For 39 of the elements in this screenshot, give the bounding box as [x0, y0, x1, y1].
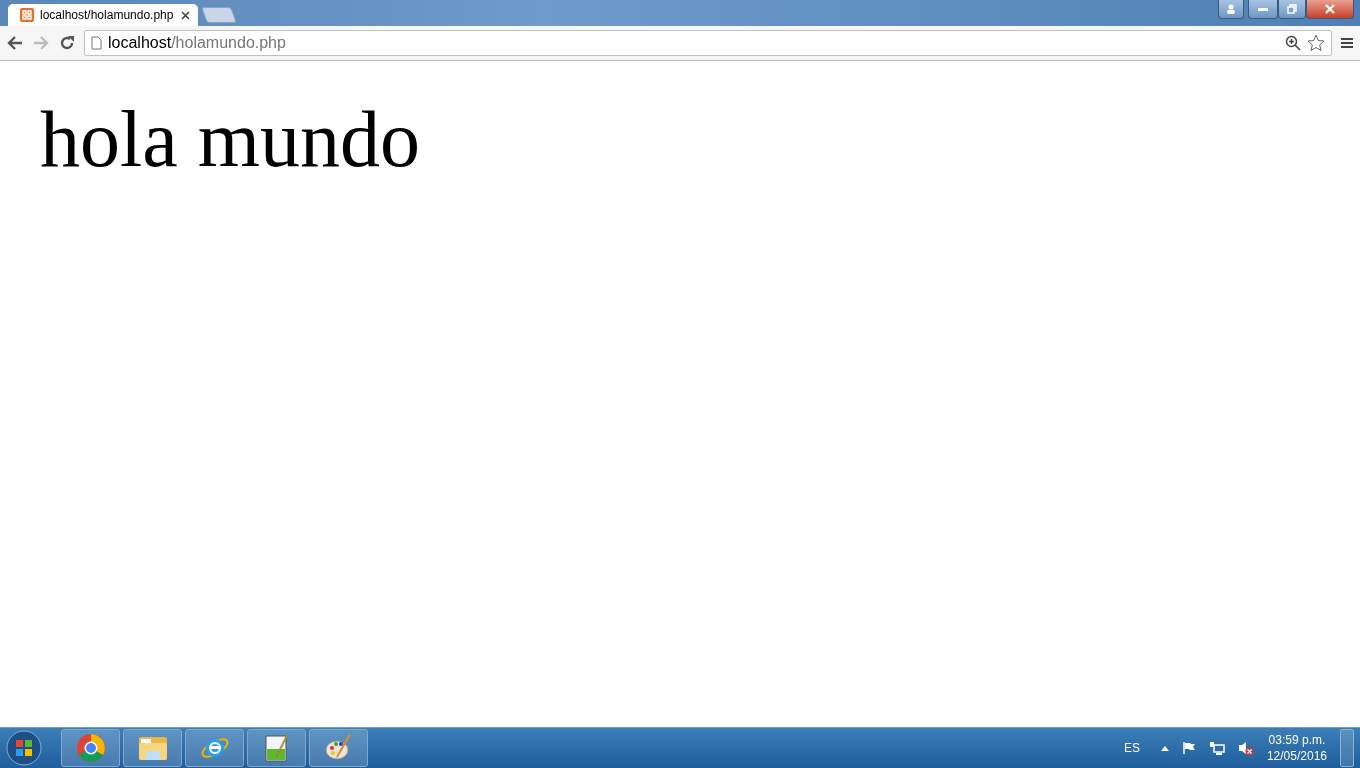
- paint-palette-icon: [323, 733, 354, 763]
- close-icon[interactable]: [181, 10, 190, 20]
- zoom-icon[interactable]: [1285, 35, 1301, 51]
- menu-icon[interactable]: [1340, 37, 1354, 49]
- clock[interactable]: 03:59 p.m. 12/05/2016: [1266, 732, 1327, 764]
- start-button[interactable]: [4, 730, 44, 766]
- taskbar-app-button[interactable]: [61, 729, 120, 767]
- star-icon[interactable]: [1307, 34, 1325, 52]
- close-window-button[interactable]: [1306, 0, 1354, 19]
- language-indicator[interactable]: ES: [1123, 741, 1140, 755]
- page-heading: hola mundo: [40, 99, 421, 179]
- tab-title: localhost/holamundo.php: [40, 8, 175, 22]
- taskbar-app-button[interactable]: [309, 729, 368, 767]
- restore-button[interactable]: [1278, 0, 1306, 19]
- network-icon[interactable]: [1208, 741, 1225, 755]
- site-icon: [20, 8, 34, 22]
- time-text: 03:59 p.m.: [1268, 732, 1326, 748]
- minimize-icon: [1258, 7, 1268, 11]
- taskbar-app-button[interactable]: [185, 729, 244, 767]
- date-text: 12/05/2016: [1266, 748, 1327, 764]
- page-icon: [91, 36, 102, 50]
- windows-logo-icon: [6, 730, 42, 766]
- back-icon[interactable]: [6, 35, 24, 51]
- browser-tab[interactable]: localhost/holamundo.php: [8, 4, 198, 26]
- taskbar-app-button[interactable]: [247, 729, 306, 767]
- profile-button[interactable]: [1218, 0, 1244, 19]
- caret-up-icon[interactable]: [1160, 745, 1169, 751]
- url-text: localhost/holamundo.php: [108, 34, 287, 52]
- close-icon: [1324, 4, 1336, 14]
- address-bar[interactable]: localhost/holamundo.php: [84, 30, 1332, 56]
- minimize-button[interactable]: [1248, 0, 1278, 19]
- chrome-icon: [75, 733, 106, 763]
- person-icon: [1226, 4, 1236, 14]
- taskbar-app-button[interactable]: [123, 729, 182, 767]
- flag-icon[interactable]: [1181, 741, 1196, 755]
- folder-icon: [136, 734, 169, 762]
- muted-speaker-icon[interactable]: [1237, 740, 1254, 756]
- reload-icon[interactable]: [58, 34, 76, 52]
- restore-icon: [1287, 4, 1297, 14]
